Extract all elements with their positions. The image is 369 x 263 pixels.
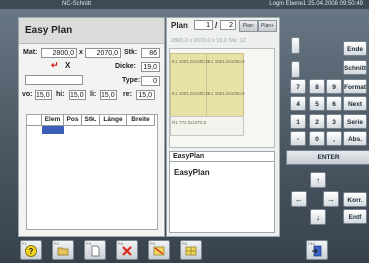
cutting-plan-preview[interactable]: E1 1001,0x1000,0 E1 1001,0x1000,0 E1 100… — [169, 48, 275, 148]
blank-key[interactable] — [291, 61, 300, 78]
minus-key[interactable]: - — [290, 131, 306, 146]
exit-button[interactable]: F10 — [306, 240, 328, 260]
new-document-icon — [89, 245, 101, 257]
col-stk[interactable]: Stk. — [82, 115, 100, 126]
cut-button[interactable]: F5 — [148, 240, 170, 260]
plan-next-button[interactable]: Plan+ — [258, 20, 277, 32]
list-item[interactable]: EasyPlan — [174, 168, 210, 177]
blank-key[interactable] — [291, 37, 300, 54]
arrow-right-icon[interactable]: → — [323, 191, 339, 207]
mat-label: Mat: — [23, 49, 38, 56]
rest-piece — [170, 116, 244, 136]
entf-key[interactable]: Entf — [343, 209, 367, 224]
key-3[interactable]: 3 — [326, 114, 342, 129]
cut-sheet-icon — [153, 245, 165, 257]
folder-icon — [57, 245, 69, 257]
li-field[interactable]: 15,0 — [100, 90, 117, 100]
part-label: E1 1001,0x1000,0 — [208, 59, 245, 64]
hi-label: hi: — [56, 91, 65, 98]
x-toggle[interactable]: X — [65, 61, 70, 70]
delete-x-icon — [121, 245, 133, 257]
arrow-down-icon[interactable]: ↓ — [310, 209, 326, 225]
schnitt-key[interactable]: Schnitt — [343, 60, 367, 75]
type-label: Type: — [122, 77, 141, 84]
dicke-field[interactable]: 19,0 — [141, 62, 160, 72]
serie-key[interactable]: Serie — [343, 114, 367, 129]
abs-key[interactable]: Abs. — [343, 131, 367, 146]
vo-field[interactable]: 15,0 — [35, 90, 52, 100]
row-marker-header — [27, 115, 42, 126]
help-button[interactable]: F1 ? — [20, 240, 42, 260]
ende-key[interactable]: Ende — [343, 41, 367, 56]
part-label: E1 1001,0x1000,0 — [208, 91, 245, 96]
plan-total-field: 2 — [220, 20, 236, 30]
col-pos[interactable]: Pos — [64, 115, 82, 126]
easyplan-list[interactable]: EasyPlan EasyPlan — [169, 151, 275, 233]
exit-door-icon — [311, 245, 323, 257]
function-toolbar: F1 ? F2 F3 F4 F5 F6 — [18, 240, 218, 260]
login-status: Login Ebene1 25.04.2008 09:50:49 — [269, 1, 363, 7]
mat-width-field[interactable]: 2800,0 — [41, 48, 77, 58]
key-8[interactable]: 8 — [309, 79, 325, 94]
plan-current-field[interactable]: 1 — [194, 20, 213, 30]
layout-button[interactable]: F6 — [180, 240, 202, 260]
title-bar: NC-Schnitt Login Ebene1 25.04.2008 09:50… — [0, 0, 369, 9]
times-label: x — [79, 49, 83, 56]
col-elem[interactable]: Elem — [42, 115, 64, 126]
key-6[interactable]: 6 — [326, 96, 342, 111]
part-label: E1 1001,0x1000,0 — [172, 59, 209, 64]
panel-title-bar: Easy Plan — [19, 18, 164, 44]
key-0[interactable]: 0 — [309, 131, 325, 146]
mat-height-field[interactable]: 2070,0 — [85, 48, 121, 58]
plan-prev-button[interactable]: Plan- — [239, 20, 258, 32]
li-label: li: — [90, 91, 97, 98]
sheet-layout-icon — [185, 245, 197, 257]
hi-field[interactable]: 15,0 — [69, 90, 86, 100]
elements-table[interactable]: Elem Pos Stk. Länge Breite — [26, 114, 158, 230]
re-field[interactable]: 15,0 — [136, 90, 155, 100]
key-5[interactable]: 5 — [309, 96, 325, 111]
plan-separator: / — [215, 21, 218, 30]
key-4[interactable]: 4 — [290, 96, 306, 111]
key-2[interactable]: 2 — [309, 114, 325, 129]
vo-label: vo: — [22, 91, 33, 98]
korr-key[interactable]: Korr. — [343, 192, 367, 207]
delete-button[interactable]: F4 — [116, 240, 138, 260]
col-breite[interactable]: Breite — [127, 115, 155, 126]
new-button[interactable]: F3 — [84, 240, 106, 260]
stk-field[interactable]: 86 — [141, 48, 160, 58]
plan-panel: Plan 1 / 2 Plan- Plan+ 2800,0 x 2070,0 x… — [166, 17, 280, 237]
list-header: EasyPlan — [170, 152, 274, 162]
part-label: R1 772,0x1070,0 — [172, 120, 207, 125]
key-9[interactable]: 9 — [326, 79, 342, 94]
open-button[interactable]: F2 — [52, 240, 74, 260]
key-1[interactable]: 1 — [290, 114, 306, 129]
format-key[interactable]: Format — [343, 79, 367, 94]
re-label: re: — [123, 91, 132, 98]
next-key[interactable]: Next — [343, 96, 367, 111]
stk-label: Stk: — [124, 49, 138, 56]
arrow-up-icon[interactable]: ↑ — [310, 172, 326, 188]
plan-label: Plan — [171, 21, 188, 30]
material-name-field[interactable] — [25, 75, 83, 85]
dicke-label: Dicke: — [115, 63, 137, 70]
svg-text:?: ? — [29, 247, 34, 256]
arrow-left-icon[interactable]: ← — [291, 191, 307, 207]
plan-dimensions: 2800,0 x 2070,0 x 19,0 Stk: 12 — [171, 38, 246, 44]
selected-cell[interactable] — [42, 126, 64, 134]
app-name: NC-Schnitt — [62, 1, 92, 7]
part-label: E1 1001,0x1000,0 — [172, 91, 209, 96]
type-field[interactable]: 0 — [141, 76, 160, 86]
key-7[interactable]: 7 — [290, 79, 306, 94]
help-icon: ? — [25, 245, 37, 257]
panel-title: Easy Plan — [25, 25, 73, 36]
application-window: NC-Schnitt Login Ebene1 25.04.2008 09:50… — [0, 0, 369, 263]
return-arrow-icon[interactable]: ↵ — [51, 60, 59, 71]
col-laenge[interactable]: Länge — [100, 115, 127, 126]
enter-key[interactable]: ENTER — [286, 150, 369, 165]
material-panel: Easy Plan Mat: 2800,0 x 2070,0 Stk: 86 ↵… — [18, 17, 165, 237]
comma-key[interactable]: , — [326, 131, 342, 146]
